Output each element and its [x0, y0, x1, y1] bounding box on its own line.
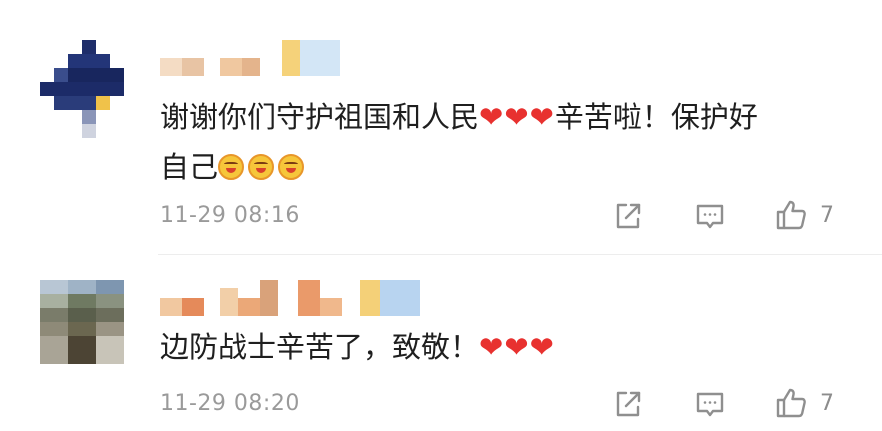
reply-button[interactable] — [694, 200, 726, 232]
share-icon — [616, 391, 641, 417]
heart-emoji: ❤❤❤ — [479, 330, 555, 364]
like-icon — [776, 388, 806, 418]
share-icon — [616, 203, 641, 229]
comment-icon — [696, 204, 724, 229]
avatar[interactable] — [40, 40, 126, 140]
comment-text: 谢谢你们守护祖国和人民❤❤❤辛苦啦！保护好 自己 — [160, 92, 840, 192]
comment-text-part: 谢谢你们守护祖国和人民 — [160, 100, 480, 134]
sweat-laugh-emoji — [218, 154, 245, 180]
share-button[interactable] — [612, 388, 644, 420]
comment-item: 边防战士辛苦了，致敬！❤❤❤ 11-29 08:20 7 — [0, 256, 882, 431]
heart-emoji: ❤❤❤ — [479, 100, 555, 134]
comment-text-part: 边防战士辛苦了，致敬！ — [160, 330, 480, 364]
username-blurred[interactable] — [160, 40, 345, 80]
avatar[interactable] — [40, 280, 124, 364]
like-icon — [776, 200, 806, 230]
comment-timestamp: 11-29 08:16 — [160, 203, 300, 228]
like-count: 7 — [820, 203, 834, 228]
comment-item: 谢谢你们守护祖国和人民❤❤❤辛苦啦！保护好 自己 11-29 08:16 7 — [0, 0, 882, 256]
divider — [158, 254, 882, 255]
comment-text-part: 自己 — [160, 150, 219, 184]
sweat-laugh-emoji — [278, 154, 305, 180]
reply-button[interactable] — [694, 388, 726, 420]
share-button[interactable] — [612, 200, 644, 232]
comment-timestamp: 11-29 08:20 — [160, 391, 300, 416]
sweat-laugh-emoji — [248, 154, 275, 180]
username-blurred[interactable] — [160, 280, 425, 320]
like-button[interactable] — [774, 386, 808, 420]
comment-text-part: 辛苦啦！保护好 — [554, 100, 758, 134]
comment-icon — [696, 392, 724, 417]
comment-text: 边防战士辛苦了，致敬！❤❤❤ — [160, 322, 840, 372]
like-count: 7 — [820, 391, 834, 416]
like-button[interactable] — [774, 198, 808, 232]
